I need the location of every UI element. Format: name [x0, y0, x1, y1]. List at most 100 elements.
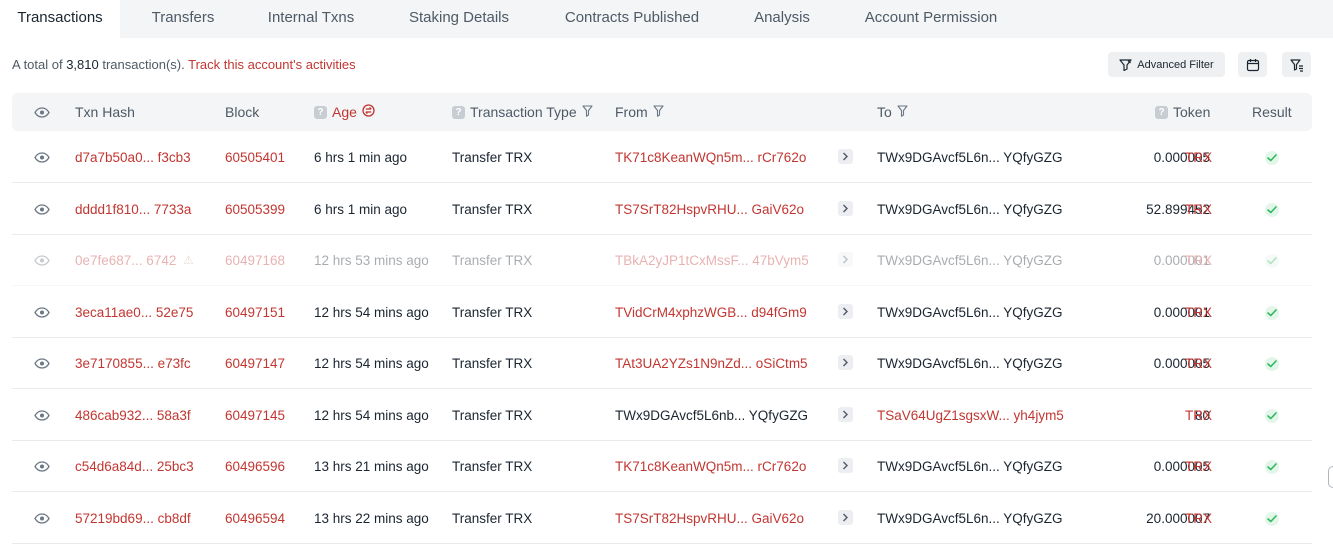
help-icon[interactable]: ? — [452, 105, 465, 119]
block-link[interactable]: 60505401 — [225, 132, 285, 183]
token-name-link[interactable]: TRX — [1185, 235, 1212, 286]
eye-icon[interactable] — [34, 459, 50, 477]
age-value: 13 hrs 22 mins ago — [314, 511, 429, 526]
transaction-type: Transfer TRX — [452, 408, 533, 423]
column-txn-hash: Txn Hash — [75, 93, 135, 131]
token-name-link[interactable]: TRX — [1185, 184, 1212, 235]
column-block: Block — [225, 93, 259, 131]
eye-icon[interactable] — [34, 202, 50, 220]
tab-analysis[interactable]: Analysis — [738, 0, 826, 38]
token-name-link[interactable]: TRX — [1185, 132, 1212, 183]
from-address[interactable]: TWx9DGAvcf5L6nb... YQfyGZG — [615, 390, 808, 441]
direction-arrow-icon — [838, 510, 853, 525]
eye-icon[interactable] — [34, 305, 50, 323]
to-address[interactable]: TWx9DGAvcf5L6n... YQfyGZG — [877, 235, 1063, 286]
txn-hash-link[interactable]: d7a7b50a0... f3cb3 — [75, 132, 191, 183]
block-link[interactable]: 60497147 — [225, 338, 285, 389]
from-address[interactable]: TBkA2yJP1tCxMssF... 47bVym5 — [615, 235, 809, 286]
tab-internal-txns[interactable]: Internal Txns — [250, 0, 372, 38]
scrollbar-handle[interactable] — [1328, 466, 1333, 488]
table-row: c54d6a84d... 25bc3 60496596 13 hrs 21 mins… — [12, 441, 1312, 492]
success-check-icon — [1265, 254, 1279, 268]
txn-hash-link[interactable]: 3e7170855... e73fc — [75, 338, 191, 389]
transaction-type: Transfer TRX — [452, 356, 533, 371]
age-value: 13 hrs 21 mins ago — [314, 459, 429, 474]
to-address[interactable]: TWx9DGAvcf5L6n... YQfyGZG — [877, 493, 1063, 544]
token-name-link[interactable]: TRX — [1185, 390, 1212, 441]
advanced-filter-label: Advanced Filter — [1137, 58, 1214, 71]
filter-list-button[interactable] — [1282, 52, 1311, 77]
token-name-link[interactable]: TRX — [1185, 338, 1212, 389]
age-value: 12 hrs 54 mins ago — [314, 408, 429, 423]
table-row: dddd1f810... 7733a 60505399 6 hrs 1 min ag… — [12, 184, 1312, 235]
txn-hash-link[interactable]: dddd1f810... 7733a — [75, 184, 191, 235]
success-check-icon — [1265, 306, 1279, 320]
age-value: 6 hrs 1 min ago — [314, 150, 408, 165]
column-token-label: Token — [1173, 104, 1211, 120]
from-address[interactable]: TK71c8KeanWQn5m... rCr762o — [615, 132, 806, 183]
success-check-icon — [1265, 151, 1279, 165]
txn-hash-link[interactable]: c54d6a84d... 25bc3 — [75, 441, 194, 492]
to-address[interactable]: TSaV64UgZ1sgsxW... yh4jym5 — [877, 390, 1064, 441]
help-icon[interactable]: ? — [1155, 105, 1168, 119]
summary-suffix: transaction(s). — [98, 57, 185, 72]
eye-icon[interactable] — [34, 511, 50, 529]
from-address[interactable]: TK71c8KeanWQn5m... rCr762o — [615, 441, 806, 492]
success-check-icon — [1265, 203, 1279, 217]
column-transaction-type-label: Transaction Type — [470, 104, 577, 120]
txn-hash-link[interactable]: 57219bd69... cb8df — [75, 493, 191, 544]
toggle-age-format-icon[interactable] — [362, 93, 375, 131]
tab-transfers[interactable]: Transfers — [134, 0, 232, 38]
filter-list-icon — [1289, 58, 1304, 72]
txn-hash-link[interactable]: 486cab932... 58a3f — [75, 390, 191, 441]
from-address[interactable]: TS7SrT82HspvRHU... GaiV62o — [615, 493, 804, 544]
eye-icon[interactable] — [34, 356, 50, 374]
transaction-type: Transfer TRX — [452, 459, 533, 474]
advanced-filter-icon — [1119, 58, 1132, 71]
success-check-icon — [1265, 409, 1279, 423]
from-address[interactable]: TS7SrT82HspvRHU... GaiV62o — [615, 184, 804, 235]
block-link[interactable]: 60505399 — [225, 184, 285, 235]
direction-arrow-icon — [838, 201, 853, 216]
txn-hash-link[interactable]: 0e7fe687... 6742 — [75, 235, 176, 286]
from-address[interactable]: TAt3UA2YZs1N9nZd... oSiCtm5 — [615, 338, 808, 389]
block-link[interactable]: 60497168 — [225, 235, 285, 286]
to-address[interactable]: TWx9DGAvcf5L6n... YQfyGZG — [877, 184, 1063, 235]
advanced-filter-button[interactable]: Advanced Filter — [1108, 52, 1225, 77]
filter-icon[interactable] — [897, 93, 908, 131]
column-from: From — [615, 93, 664, 131]
block-link[interactable]: 60496596 — [225, 441, 285, 492]
block-link[interactable]: 60497151 — [225, 287, 285, 338]
table-row: 3eca11ae0... 52e75 60497151 12 hrs 54 mins… — [12, 287, 1312, 338]
calendar-icon — [1246, 58, 1260, 72]
token-name-link[interactable]: TRX — [1185, 493, 1212, 544]
tab-staking-details[interactable]: Staking Details — [392, 0, 526, 38]
token-name-link[interactable]: TRX — [1185, 287, 1212, 338]
to-address[interactable]: TWx9DGAvcf5L6n... YQfyGZG — [877, 441, 1063, 492]
column-age[interactable]: ? Age — [314, 93, 375, 131]
from-address[interactable]: TVidCrM4xphzWGB... d94fGm9 — [615, 287, 807, 338]
success-check-icon — [1265, 512, 1279, 526]
block-link[interactable]: 60497145 — [225, 390, 285, 441]
filter-icon[interactable] — [653, 93, 664, 131]
transaction-type: Transfer TRX — [452, 305, 533, 320]
filter-icon[interactable] — [582, 93, 593, 131]
to-address[interactable]: TWx9DGAvcf5L6n... YQfyGZG — [877, 338, 1063, 389]
age-value: 12 hrs 54 mins ago — [314, 356, 429, 371]
eye-icon[interactable] — [34, 408, 50, 426]
tab-account-permission[interactable]: Account Permission — [847, 0, 1015, 38]
column-from-label: From — [615, 104, 648, 120]
txn-hash-link[interactable]: 3eca11ae0... 52e75 — [75, 287, 193, 338]
to-address[interactable]: TWx9DGAvcf5L6n... YQfyGZG — [877, 132, 1063, 183]
eye-icon[interactable] — [34, 253, 50, 271]
calendar-button[interactable] — [1238, 52, 1267, 77]
help-icon[interactable]: ? — [314, 105, 327, 119]
eye-icon[interactable] — [34, 150, 50, 168]
tab-contracts-published[interactable]: Contracts Published — [547, 0, 717, 38]
to-address[interactable]: TWx9DGAvcf5L6n... YQfyGZG — [877, 287, 1063, 338]
tab-transactions[interactable]: Transactions — [0, 0, 120, 38]
block-link[interactable]: 60496594 — [225, 493, 285, 544]
track-account-link[interactable]: Track this account's activities — [188, 57, 355, 72]
transaction-type: Transfer TRX — [452, 150, 533, 165]
token-name-link[interactable]: TRX — [1185, 441, 1212, 492]
